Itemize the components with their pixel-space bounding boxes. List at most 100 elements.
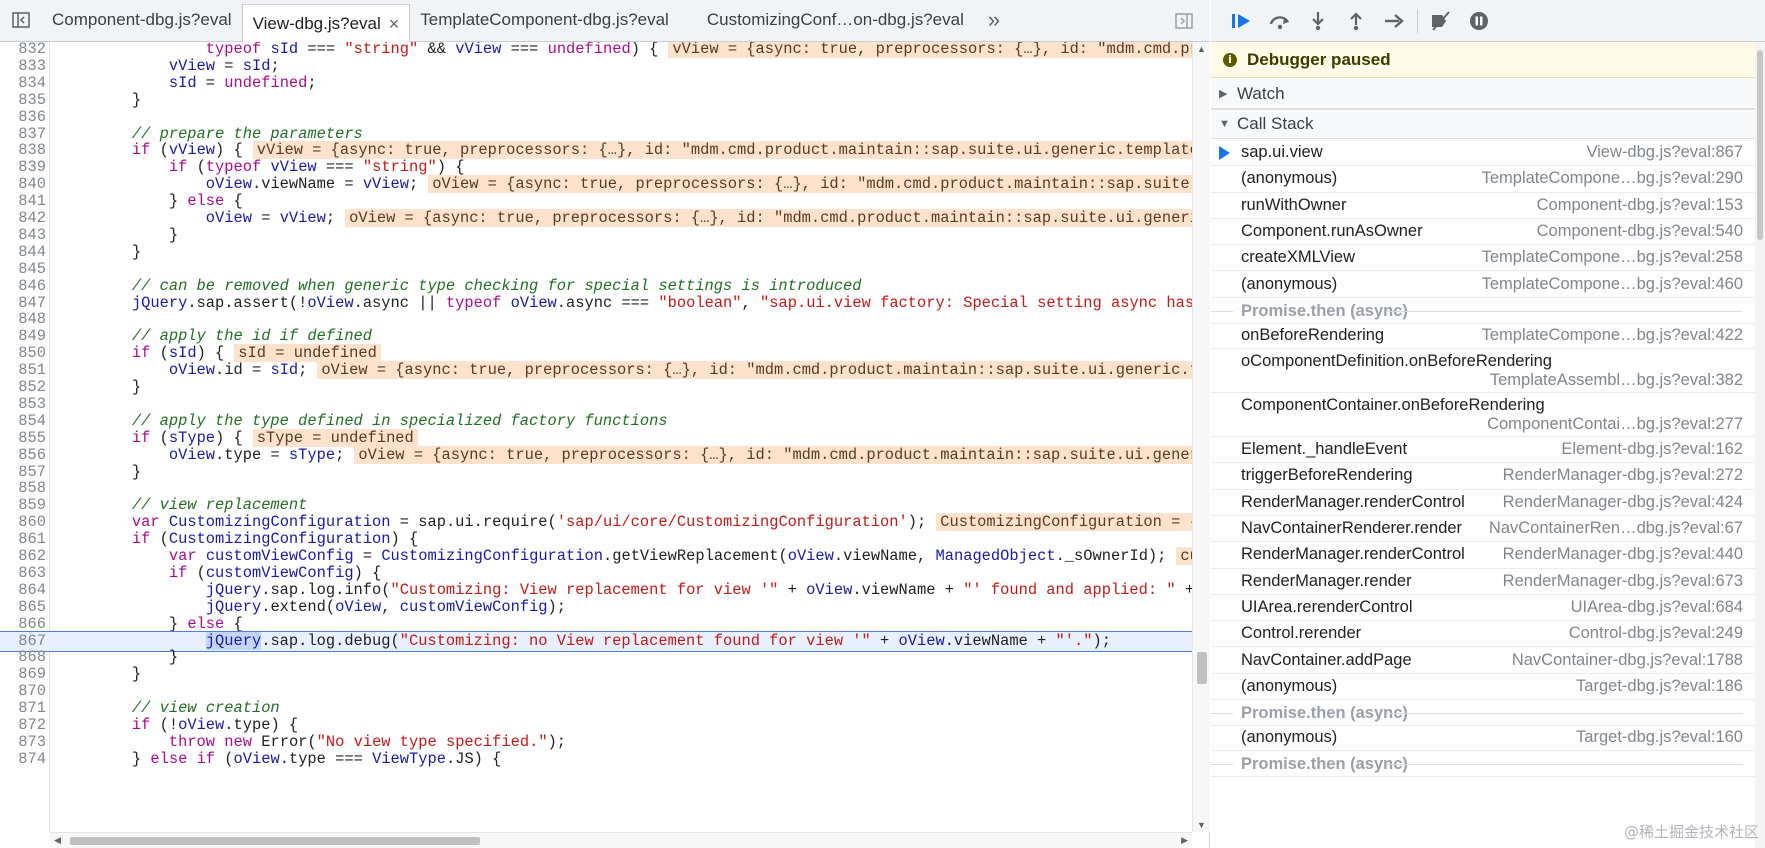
step-out-button[interactable] (1337, 5, 1375, 37)
frame-source-link[interactable]: RenderManager-dbg.js?eval:440 (1503, 545, 1743, 564)
scroll-thumb[interactable] (1757, 50, 1763, 240)
call-frame[interactable]: createXMLView TemplateCompone…bg.js?eval:… (1211, 245, 1755, 272)
tab-templatecomponent-dbg[interactable]: TemplateComponent-dbg.js?eval (410, 0, 679, 41)
frame-source-link[interactable]: Element-dbg.js?eval:162 (1561, 440, 1743, 459)
frame-source-link[interactable]: Target-dbg.js?eval:160 (1576, 728, 1743, 747)
call-frame[interactable]: ComponentContainer.onBeforeRendering Comp… (1211, 393, 1755, 438)
scroll-thumb[interactable] (70, 837, 480, 845)
async-label: Promise.then (async) (1241, 704, 1408, 723)
tab-customizingconfiguration-dbg[interactable]: CustomizingConf…on-dbg.js?eval (697, 0, 974, 41)
frame-source-link[interactable]: Control-dbg.js?eval:249 (1569, 624, 1743, 643)
deactivate-breakpoints-button[interactable] (1422, 5, 1460, 37)
call-frame[interactable]: (anonymous) Target-dbg.js?eval:186 (1211, 674, 1755, 701)
debugger-toolbar (1211, 0, 1765, 42)
tab-label: TemplateComponent-dbg.js?eval (420, 10, 669, 29)
resume-button[interactable] (1223, 5, 1261, 37)
call-frame[interactable]: RenderManager.renderControl RenderManager… (1211, 490, 1755, 516)
frame-function-name: Control.rerender (1241, 624, 1362, 643)
frame-function-name: Element._handleEvent (1241, 440, 1408, 459)
line-number[interactable]: 874 (0, 750, 46, 769)
tab-label: CustomizingConf…on-dbg.js?eval (706, 10, 964, 29)
call-frame[interactable]: RenderManager.renderControl RenderManager… (1211, 542, 1755, 569)
call-frame[interactable]: NavContainer.addPage NavContainer-dbg.js?… (1211, 648, 1755, 674)
scroll-thumb[interactable] (1197, 652, 1207, 684)
inline-variable-value[interactable]: oView = {async: true, preprocessors: {…}… (354, 445, 1192, 464)
inline-variable-value[interactable]: oView = {async: true, preprocessors: {…}… (345, 209, 1192, 227)
frame-source-link[interactable]: TemplateCompone…bg.js?eval:422 (1482, 326, 1743, 345)
debugger-sidebar: i Debugger paused ▶ Watch ▼ Call Stack s… (1211, 0, 1765, 848)
inline-variable-value[interactable]: vView = {async: true, preprocessors: {…}… (668, 42, 1192, 58)
inline-variable-value[interactable]: vView = {async: true, preprocessors: {…}… (252, 141, 1192, 160)
frame-source-link[interactable]: NavContainer-dbg.js?eval:1788 (1512, 651, 1743, 670)
frame-function-name: (anonymous) (1241, 676, 1338, 695)
call-frame[interactable]: RenderManager.render RenderManager-dbg.js… (1211, 569, 1755, 595)
inline-variable-value[interactable]: cus (1176, 547, 1192, 565)
frame-source-link[interactable]: Target-dbg.js?eval:186 (1576, 677, 1743, 696)
call-frame[interactable]: Element._handleEvent Element-dbg.js?eval:… (1211, 437, 1755, 464)
step-into-button[interactable] (1299, 5, 1337, 37)
frame-source-link[interactable]: TemplateCompone…bg.js?eval:258 (1482, 248, 1743, 267)
scroll-left-icon[interactable]: ◀ (54, 835, 61, 846)
call-frame[interactable]: (anonymous) TemplateCompone…bg.js?eval:46… (1211, 272, 1755, 298)
tab-label: View-dbg.js?eval (252, 13, 381, 33)
more-tabs-button[interactable]: » (974, 0, 1014, 41)
watch-label: Watch (1237, 83, 1285, 103)
frame-source-link[interactable]: Component-dbg.js?eval:540 (1537, 222, 1743, 241)
pause-on-exceptions-button[interactable] (1460, 5, 1498, 37)
call-frame[interactable]: UIArea.rerenderControl UIArea-dbg.js?eval… (1211, 595, 1755, 622)
frame-source-link[interactable]: TemplateCompone…bg.js?eval:290 (1482, 169, 1743, 188)
inline-variable-value[interactable]: oView = {async: true, preprocessors: {…}… (428, 175, 1192, 194)
scroll-down-icon[interactable]: ▼ (1197, 820, 1206, 830)
watch-section-header[interactable]: ▶ Watch (1211, 79, 1755, 109)
code-editor[interactable]: 832 typeof sId === "string" && vView ===… (0, 42, 1192, 832)
code-line[interactable]: 874 } else if (oView.type === ViewType.J… (0, 750, 1192, 769)
step-over-icon (1269, 15, 1289, 29)
step-over-button[interactable] (1261, 5, 1299, 37)
frame-source-link[interactable]: NavContainerRen…dbg.js?eval:67 (1489, 519, 1743, 538)
toggle-debugger-button[interactable] (1164, 0, 1204, 42)
frame-source-link[interactable]: ComponentContai…bg.js?eval:277 (1487, 415, 1743, 434)
call-frame[interactable]: NavContainerRenderer.render NavContainerR… (1211, 516, 1755, 543)
editor-vertical-scrollbar[interactable]: ▲ ▼ (1192, 42, 1210, 832)
call-frame-current[interactable]: sap.ui.view View-dbg.js?eval:867 (1211, 140, 1755, 167)
frame-source-link[interactable]: RenderManager-dbg.js?eval:424 (1503, 493, 1743, 512)
step-icon (1385, 13, 1404, 28)
separator-line (1386, 764, 1743, 766)
frame-source-link[interactable]: Component-dbg.js?eval:153 (1537, 196, 1743, 215)
frame-function-name: onBeforeRendering (1241, 325, 1385, 344)
call-frame[interactable]: triggerBeforeRendering RenderManager-dbg.… (1211, 463, 1755, 490)
frame-function-name: sap.ui.view (1241, 143, 1323, 161)
call-frame[interactable]: (anonymous) Target-dbg.js?eval:160 (1211, 725, 1755, 752)
inline-variable-value[interactable]: sId = undefined (234, 344, 381, 363)
close-icon[interactable]: × (389, 15, 400, 33)
call-frame[interactable]: oComponentDefinition.onBeforeRendering Te… (1211, 349, 1755, 394)
tab-component-dbg[interactable]: Component-dbg.js?eval (42, 0, 242, 41)
scroll-up-icon[interactable]: ▲ (1197, 44, 1206, 54)
frame-function-name: oComponentDefinition.onBeforeRendering (1241, 352, 1552, 371)
call-frame[interactable]: Component.runAsOwner Component-dbg.js?eva… (1211, 219, 1755, 246)
inline-variable-value[interactable]: sType = undefined (252, 428, 418, 447)
call-frame[interactable]: onBeforeRendering TemplateCompone…bg.js?e… (1211, 323, 1755, 350)
async-separator: Promise.then (async) (1211, 700, 1755, 727)
callstack-section-header[interactable]: ▼ Call Stack (1211, 109, 1755, 139)
frame-source-link[interactable]: TemplateAssembl…bg.js?eval:382 (1490, 371, 1743, 390)
call-frame[interactable]: (anonymous) TemplateCompone…bg.js?eval:29… (1211, 166, 1755, 193)
call-frame[interactable]: Control.rerender Control-dbg.js?eval:249 (1211, 621, 1755, 648)
inline-variable-value[interactable]: CustomizingConfiguration = {l (936, 513, 1192, 532)
frame-source-link[interactable]: TemplateCompone…bg.js?eval:460 (1482, 275, 1743, 294)
editor-horizontal-scrollbar[interactable]: ◀ ▶ (50, 832, 1192, 848)
step-button[interactable] (1375, 5, 1413, 37)
scroll-right-icon[interactable]: ▶ (1181, 835, 1188, 846)
frame-function-name: NavContainer.addPage (1241, 650, 1412, 669)
frame-source-link[interactable]: UIArea-dbg.js?eval:684 (1571, 598, 1743, 617)
debugger-scrollbar[interactable] (1755, 42, 1765, 848)
frame-source-link[interactable]: RenderManager-dbg.js?eval:272 (1503, 466, 1743, 485)
frame-source-link[interactable]: RenderManager-dbg.js?eval:673 (1503, 572, 1743, 591)
inline-variable-value[interactable]: oView = {async: true, preprocessors: {…}… (317, 361, 1192, 380)
tab-view-dbg[interactable]: View-dbg.js?eval × (241, 4, 411, 42)
toggle-navigator-button[interactable] (0, 0, 42, 41)
frame-function-name: (anonymous) (1241, 169, 1338, 188)
frame-source-link[interactable]: View-dbg.js?eval:867 (1586, 143, 1743, 162)
call-frame[interactable]: runWithOwner Component-dbg.js?eval:153 (1211, 193, 1755, 219)
info-icon: i (1223, 52, 1237, 67)
